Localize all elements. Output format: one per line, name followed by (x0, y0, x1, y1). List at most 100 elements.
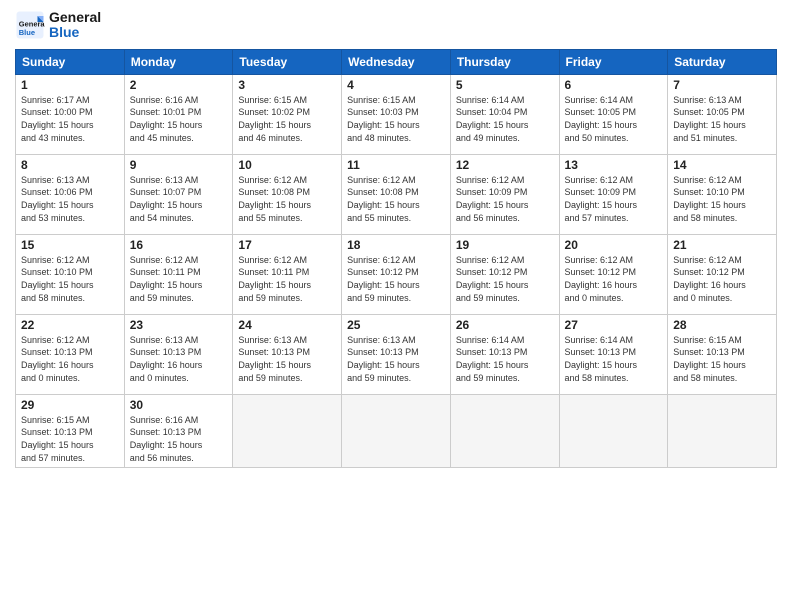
day-info: Sunrise: 6:12 AM Sunset: 10:10 PM Daylig… (21, 254, 119, 304)
week-row-2: 8Sunrise: 6:13 AM Sunset: 10:06 PM Dayli… (16, 154, 777, 234)
calendar-cell: 21Sunrise: 6:12 AM Sunset: 10:12 PM Dayl… (668, 234, 777, 314)
day-number: 12 (456, 158, 554, 172)
day-number: 9 (130, 158, 228, 172)
day-info: Sunrise: 6:17 AM Sunset: 10:00 PM Daylig… (21, 94, 119, 144)
day-info: Sunrise: 6:12 AM Sunset: 10:09 PM Daylig… (456, 174, 554, 224)
day-number: 28 (673, 318, 771, 332)
day-number: 10 (238, 158, 336, 172)
day-number: 3 (238, 78, 336, 92)
day-info: Sunrise: 6:12 AM Sunset: 10:08 PM Daylig… (347, 174, 445, 224)
day-number: 4 (347, 78, 445, 92)
day-number: 24 (238, 318, 336, 332)
day-number: 14 (673, 158, 771, 172)
week-row-1: 1 Sunrise: 6:17 AM Sunset: 10:00 PM Dayli… (16, 74, 777, 154)
day-info: Sunrise: 6:13 AM Sunset: 10:13 PM Daylig… (347, 334, 445, 384)
day-info: Sunrise: 6:12 AM Sunset: 10:12 PM Daylig… (347, 254, 445, 304)
day-number: 6 (565, 78, 663, 92)
calendar-cell: 24Sunrise: 6:13 AM Sunset: 10:13 PM Dayl… (233, 314, 342, 394)
calendar-cell: 15 Sunrise: 6:12 AM Sunset: 10:10 PM Dayl… (16, 234, 125, 314)
calendar-cell: 28 Sunrise: 6:15 AM Sunset: 10:13 PM Dayl… (668, 314, 777, 394)
day-info: Sunrise: 6:12 AM Sunset: 10:12 PM Daylig… (456, 254, 554, 304)
day-number: 5 (456, 78, 554, 92)
calendar-cell: 14 Sunrise: 6:12 AM Sunset: 10:10 PM Dayl… (668, 154, 777, 234)
day-number: 18 (347, 238, 445, 252)
logo: General Blue General Blue (15, 10, 101, 41)
calendar-cell: 3 Sunrise: 6:15 AM Sunset: 10:02 PM Dayli… (233, 74, 342, 154)
day-number: 1 (21, 78, 119, 92)
calendar-cell: 12 Sunrise: 6:12 AM Sunset: 10:09 PM Dayl… (450, 154, 559, 234)
calendar-cell: 7 Sunrise: 6:13 AM Sunset: 10:05 PM Dayli… (668, 74, 777, 154)
calendar: SundayMondayTuesdayWednesdayThursdayFrid… (15, 49, 777, 468)
header: General Blue General Blue (15, 10, 777, 41)
calendar-cell: 11 Sunrise: 6:12 AM Sunset: 10:08 PM Dayl… (342, 154, 451, 234)
day-info: Sunrise: 6:12 AM Sunset: 10:12 PM Daylig… (565, 254, 663, 304)
calendar-cell: 26 Sunrise: 6:14 AM Sunset: 10:13 PM Dayl… (450, 314, 559, 394)
calendar-cell (559, 394, 668, 467)
day-info: Sunrise: 6:13 AM Sunset: 10:13 PM Daylig… (130, 334, 228, 384)
calendar-cell: 1 Sunrise: 6:17 AM Sunset: 10:00 PM Dayli… (16, 74, 125, 154)
calendar-cell (342, 394, 451, 467)
calendar-cell: 2 Sunrise: 6:16 AM Sunset: 10:01 PM Dayli… (124, 74, 233, 154)
day-number: 16 (130, 238, 228, 252)
calendar-cell (450, 394, 559, 467)
day-info: Sunrise: 6:15 AM Sunset: 10:03 PM Daylig… (347, 94, 445, 144)
day-number: 15 (21, 238, 119, 252)
calendar-cell: 30 Sunrise: 6:16 AM Sunset: 10:13 PM Dayl… (124, 394, 233, 467)
calendar-cell: 19 Sunrise: 6:12 AM Sunset: 10:12 PM Dayl… (450, 234, 559, 314)
calendar-cell: 4 Sunrise: 6:15 AM Sunset: 10:03 PM Dayli… (342, 74, 451, 154)
calendar-cell: 20Sunrise: 6:12 AM Sunset: 10:12 PM Dayl… (559, 234, 668, 314)
calendar-cell (233, 394, 342, 467)
day-info: Sunrise: 6:13 AM Sunset: 10:06 PM Daylig… (21, 174, 119, 224)
logo-icon: General Blue (15, 10, 45, 40)
day-info: Sunrise: 6:13 AM Sunset: 10:07 PM Daylig… (130, 174, 228, 224)
calendar-cell: 17Sunrise: 6:12 AM Sunset: 10:11 PM Dayl… (233, 234, 342, 314)
day-number: 22 (21, 318, 119, 332)
calendar-cell: 18 Sunrise: 6:12 AM Sunset: 10:12 PM Dayl… (342, 234, 451, 314)
calendar-cell: 16 Sunrise: 6:12 AM Sunset: 10:11 PM Dayl… (124, 234, 233, 314)
calendar-cell: 22 Sunrise: 6:12 AM Sunset: 10:13 PM Dayl… (16, 314, 125, 394)
day-info: Sunrise: 6:12 AM Sunset: 10:12 PM Daylig… (673, 254, 771, 304)
weekday-header-tuesday: Tuesday (233, 49, 342, 74)
day-number: 23 (130, 318, 228, 332)
weekday-header-saturday: Saturday (668, 49, 777, 74)
day-info: Sunrise: 6:12 AM Sunset: 10:11 PM Daylig… (130, 254, 228, 304)
day-info: Sunrise: 6:16 AM Sunset: 10:13 PM Daylig… (130, 414, 228, 464)
week-row-3: 15 Sunrise: 6:12 AM Sunset: 10:10 PM Dayl… (16, 234, 777, 314)
day-number: 17 (238, 238, 336, 252)
day-info: Sunrise: 6:15 AM Sunset: 10:13 PM Daylig… (673, 334, 771, 384)
weekday-header-sunday: Sunday (16, 49, 125, 74)
calendar-cell: 13Sunrise: 6:12 AM Sunset: 10:09 PM Dayl… (559, 154, 668, 234)
day-number: 29 (21, 398, 119, 412)
day-info: Sunrise: 6:12 AM Sunset: 10:13 PM Daylig… (21, 334, 119, 384)
calendar-cell: 29 Sunrise: 6:15 AM Sunset: 10:13 PM Dayl… (16, 394, 125, 467)
day-number: 2 (130, 78, 228, 92)
calendar-cell: 10 Sunrise: 6:12 AM Sunset: 10:08 PM Dayl… (233, 154, 342, 234)
weekday-header-friday: Friday (559, 49, 668, 74)
calendar-cell (668, 394, 777, 467)
day-number: 27 (565, 318, 663, 332)
day-info: Sunrise: 6:15 AM Sunset: 10:13 PM Daylig… (21, 414, 119, 464)
calendar-cell: 6 Sunrise: 6:14 AM Sunset: 10:05 PM Dayli… (559, 74, 668, 154)
day-number: 7 (673, 78, 771, 92)
day-info: Sunrise: 6:14 AM Sunset: 10:04 PM Daylig… (456, 94, 554, 144)
day-info: Sunrise: 6:14 AM Sunset: 10:05 PM Daylig… (565, 94, 663, 144)
day-info: Sunrise: 6:12 AM Sunset: 10:10 PM Daylig… (673, 174, 771, 224)
calendar-cell: 5 Sunrise: 6:14 AM Sunset: 10:04 PM Dayli… (450, 74, 559, 154)
calendar-cell: 8Sunrise: 6:13 AM Sunset: 10:06 PM Dayli… (16, 154, 125, 234)
weekday-header-monday: Monday (124, 49, 233, 74)
day-number: 26 (456, 318, 554, 332)
week-row-5: 29 Sunrise: 6:15 AM Sunset: 10:13 PM Dayl… (16, 394, 777, 467)
day-info: Sunrise: 6:12 AM Sunset: 10:09 PM Daylig… (565, 174, 663, 224)
day-info: Sunrise: 6:16 AM Sunset: 10:01 PM Daylig… (130, 94, 228, 144)
day-number: 19 (456, 238, 554, 252)
calendar-cell: 23 Sunrise: 6:13 AM Sunset: 10:13 PM Dayl… (124, 314, 233, 394)
day-number: 11 (347, 158, 445, 172)
day-info: Sunrise: 6:13 AM Sunset: 10:05 PM Daylig… (673, 94, 771, 144)
logo-text: General Blue (49, 10, 101, 41)
day-number: 30 (130, 398, 228, 412)
day-info: Sunrise: 6:15 AM Sunset: 10:02 PM Daylig… (238, 94, 336, 144)
svg-text:Blue: Blue (19, 28, 35, 37)
day-info: Sunrise: 6:14 AM Sunset: 10:13 PM Daylig… (456, 334, 554, 384)
weekday-header-thursday: Thursday (450, 49, 559, 74)
day-info: Sunrise: 6:12 AM Sunset: 10:08 PM Daylig… (238, 174, 336, 224)
